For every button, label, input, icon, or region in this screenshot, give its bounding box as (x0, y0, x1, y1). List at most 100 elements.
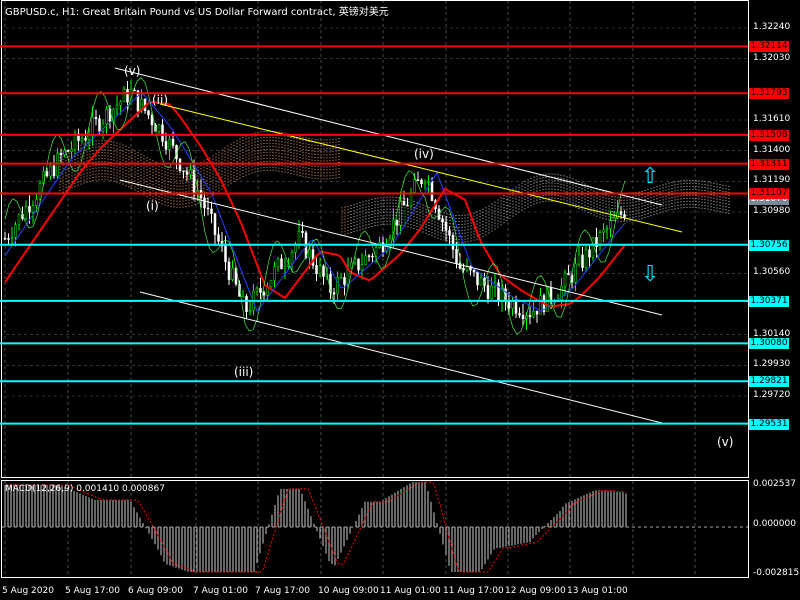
candle (395, 219, 399, 226)
candle (360, 264, 364, 271)
time-axis-label: 7 Aug 17:00 (255, 586, 310, 596)
candle (28, 206, 31, 213)
chart-title: GBPUSD.c, H1: Great Britain Pound vs US … (5, 7, 389, 18)
candle (301, 230, 304, 234)
candle (497, 282, 500, 302)
resistance-level-label: 1.31508 (749, 129, 789, 141)
candle (24, 206, 28, 219)
price-axis-label: 1.29930 (753, 359, 791, 370)
candle (563, 272, 567, 287)
time-axis-label: 12 Aug 09:00 (505, 586, 566, 596)
candle (217, 234, 220, 242)
candle (416, 179, 420, 182)
candle (420, 179, 423, 185)
price-axis-label: 1.30980 (753, 205, 791, 216)
candle (290, 252, 294, 265)
macd-label: MACD(12,26,9) 0.001410 0.000867 (5, 484, 165, 494)
candle (612, 217, 616, 221)
candle (73, 133, 77, 150)
candle (574, 263, 577, 283)
candle (203, 197, 206, 209)
candle (45, 171, 49, 177)
candle (476, 271, 479, 286)
candle (567, 272, 570, 276)
price-chart[interactable] (0, 0, 800, 600)
candle (532, 310, 535, 318)
time-axis-label: 5 Aug 17:00 (65, 586, 120, 596)
candle (49, 165, 52, 177)
candle (448, 230, 451, 236)
candle (115, 105, 119, 110)
candle (479, 277, 483, 286)
candle (371, 255, 374, 258)
candle (588, 249, 591, 258)
candle (528, 314, 532, 318)
candle (283, 266, 287, 270)
support-level-label: 1.30756 (749, 239, 789, 251)
candle (280, 258, 283, 270)
candle (178, 158, 182, 172)
moving-average-red (4, 101, 626, 308)
candle (364, 255, 367, 265)
candle (276, 258, 280, 268)
candle (119, 101, 122, 106)
candle (248, 310, 252, 312)
candle (210, 208, 213, 214)
candle (241, 295, 245, 298)
candle (182, 170, 185, 173)
time-axis-label: 13 Aug 01:00 (567, 586, 628, 596)
candle (427, 181, 430, 183)
time-axis-label: 11 Aug 01:00 (380, 586, 441, 596)
candle (402, 201, 406, 206)
candle (444, 221, 448, 231)
price-axis-label: 1.31400 (753, 144, 791, 155)
candle (490, 285, 493, 299)
macd-frame (1, 480, 749, 578)
candle (605, 228, 609, 231)
candle (87, 135, 91, 141)
candle (259, 287, 262, 293)
candle (451, 234, 455, 250)
candle (455, 249, 458, 264)
wave-label: (iii) (234, 365, 254, 379)
candle (255, 287, 259, 292)
candle (521, 314, 525, 320)
candle (343, 277, 346, 285)
wave-label: (i) (146, 199, 159, 213)
arrow-down-icon: ⇩ (641, 262, 660, 287)
chart-window[interactable]: GBPUSD.c, H1: Great Britain Pound vs US … (0, 0, 800, 600)
arrow-up-icon: ⇧ (641, 164, 660, 189)
wave-label: (iv) (414, 147, 434, 161)
candle (213, 213, 217, 235)
candle (70, 148, 73, 152)
candle (297, 230, 301, 245)
candle (609, 220, 612, 230)
wave-label: (v) (717, 435, 734, 449)
candle (262, 292, 266, 296)
price-axis-label: 1.32030 (753, 52, 791, 63)
support-level-label: 1.30080 (749, 338, 789, 350)
candle (80, 138, 84, 141)
price-axis-label: 1.31610 (753, 113, 791, 124)
candle (206, 207, 210, 210)
candle (269, 280, 273, 288)
candle (399, 201, 402, 226)
candle (462, 268, 465, 271)
candle (7, 238, 10, 240)
candle (245, 295, 248, 312)
candle (518, 313, 521, 316)
candle (619, 211, 623, 215)
macd-axis-label: 0.000000 (753, 519, 796, 529)
trend-line-yellow (159, 103, 683, 233)
price-axis-label: 1.29720 (753, 389, 791, 400)
candle (98, 118, 101, 132)
candle (31, 205, 35, 213)
candle (164, 141, 168, 150)
time-axis-label: 6 Aug 09:00 (128, 586, 183, 596)
main-frame (1, 0, 749, 478)
candle (332, 292, 336, 295)
candle (231, 267, 234, 280)
candle (17, 214, 21, 226)
resistance-level-label: 1.31107 (749, 188, 789, 200)
resistance-level-label: 1.31311 (749, 158, 789, 170)
